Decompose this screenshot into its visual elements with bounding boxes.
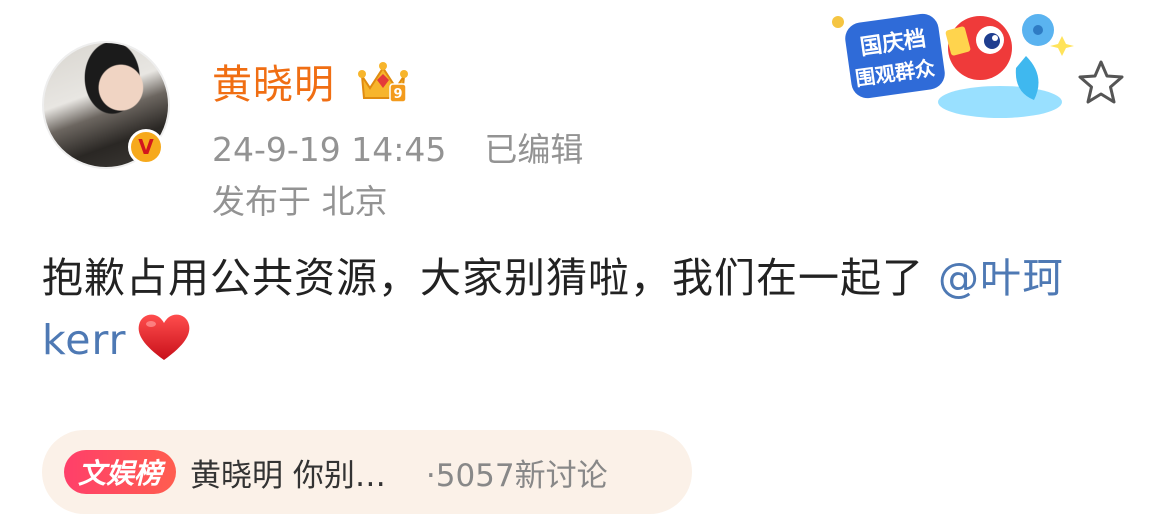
national-day-banner[interactable]: 国庆档 围观群众	[830, 6, 1076, 122]
avatar[interactable]: V	[42, 41, 170, 169]
verified-badge-icon: V	[128, 129, 164, 165]
username[interactable]: 黄晓明	[212, 52, 335, 110]
post-text: 抱歉占用公共资源，大家别猜啦，我们在一起了	[42, 254, 939, 302]
heart-icon	[138, 314, 189, 360]
post-timestamp: 24-9-19 14:45	[212, 130, 447, 169]
sparkle-icon	[832, 16, 844, 28]
entertainment-rank-tag: 文娱榜	[64, 450, 177, 494]
topic-title: 黄晓明 你别…	[190, 457, 386, 494]
post-meta: 24-9-19 14:45 已编辑	[212, 123, 583, 171]
discussion-count: ·5057新讨论	[425, 457, 608, 494]
post-body: 抱歉占用公共资源，大家别猜啦，我们在一起了 @叶珂 kerr	[42, 248, 1132, 370]
trending-topic-pill[interactable]: 文娱榜 黄晓明 你别… ·5057新讨论	[42, 430, 692, 514]
favorite-star-icon[interactable]	[1076, 58, 1126, 106]
edited-label[interactable]: 已编辑	[484, 130, 583, 169]
member-level-label: 9	[393, 87, 402, 102]
member-crown-icon[interactable]: 9	[356, 58, 410, 106]
post-location: 发布于 北京	[212, 182, 388, 221]
